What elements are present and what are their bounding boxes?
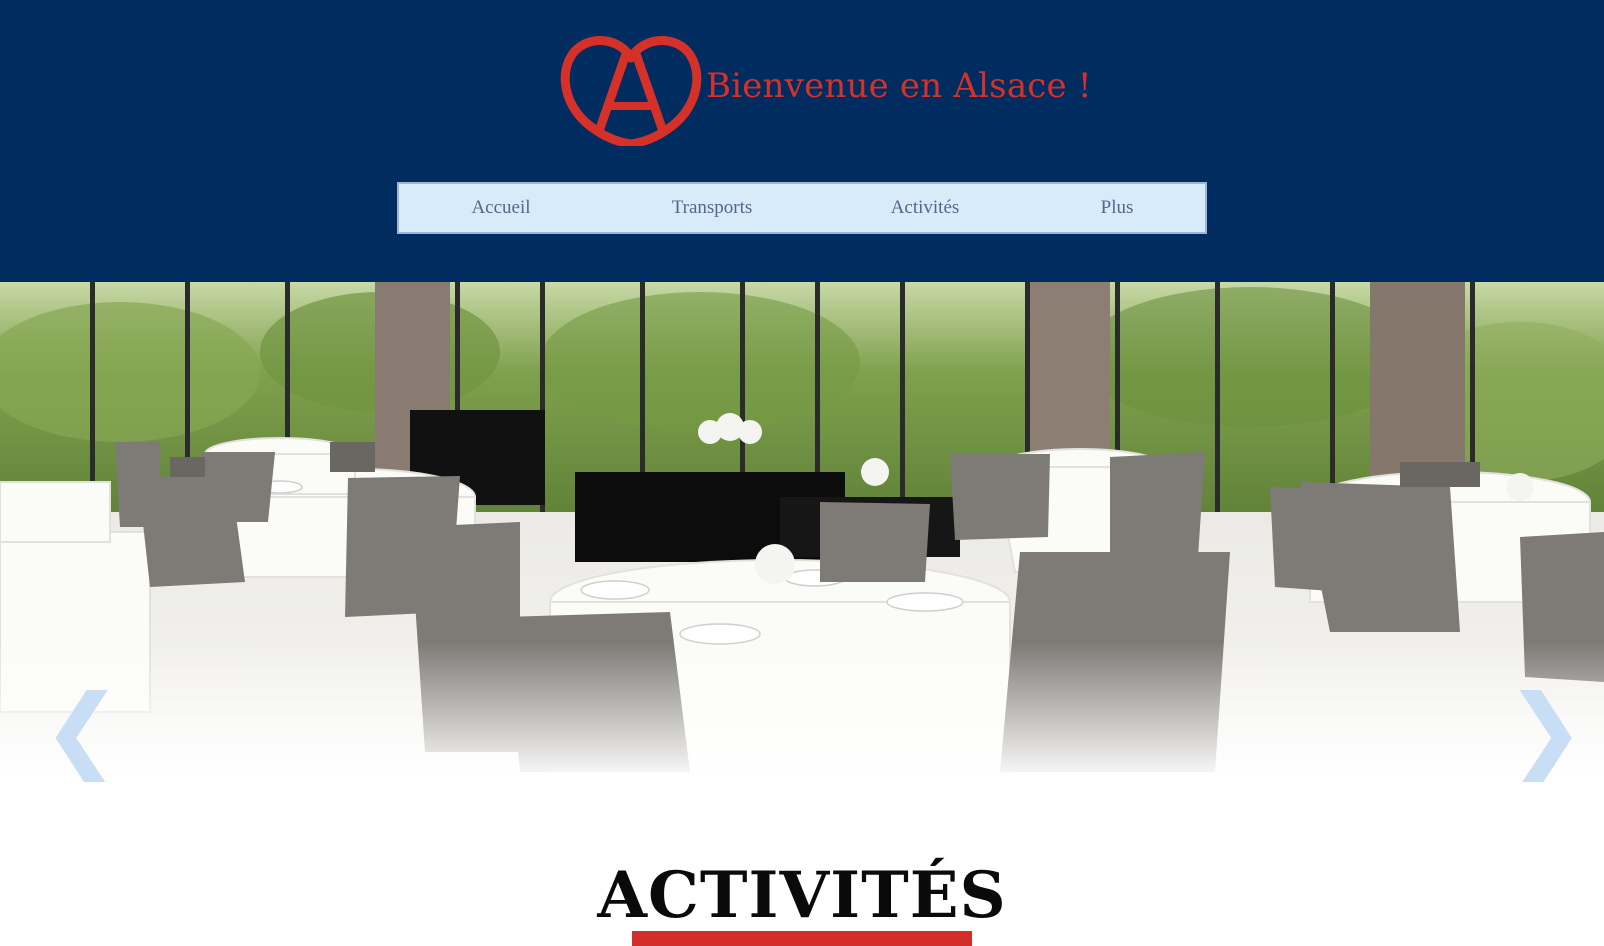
nav-item-activites[interactable]: Activités: [891, 197, 960, 219]
site-title[interactable]: Bienvenue en Alsace !: [706, 66, 1092, 106]
nav-item-accueil[interactable]: Accueil: [471, 197, 530, 219]
site-header: Bienvenue en Alsace ! Accueil Transports…: [0, 0, 1604, 282]
alsace-logo-icon[interactable]: [560, 34, 702, 146]
section-title: ACTIVITÉS: [597, 857, 1007, 933]
nav-item-transports[interactable]: Transports: [672, 197, 753, 219]
slideshow-next-arrow-icon[interactable]: ❯: [1505, 682, 1585, 778]
main-navigation: Accueil Transports Activités Plus: [397, 182, 1207, 234]
hero-bottom-fade: [0, 642, 1604, 782]
nav-item-plus[interactable]: Plus: [1101, 197, 1134, 219]
section-title-underline: [632, 931, 972, 946]
hero-slideshow: ❮ ❯: [0, 282, 1604, 782]
slideshow-prev-arrow-icon[interactable]: ❮: [42, 682, 122, 778]
